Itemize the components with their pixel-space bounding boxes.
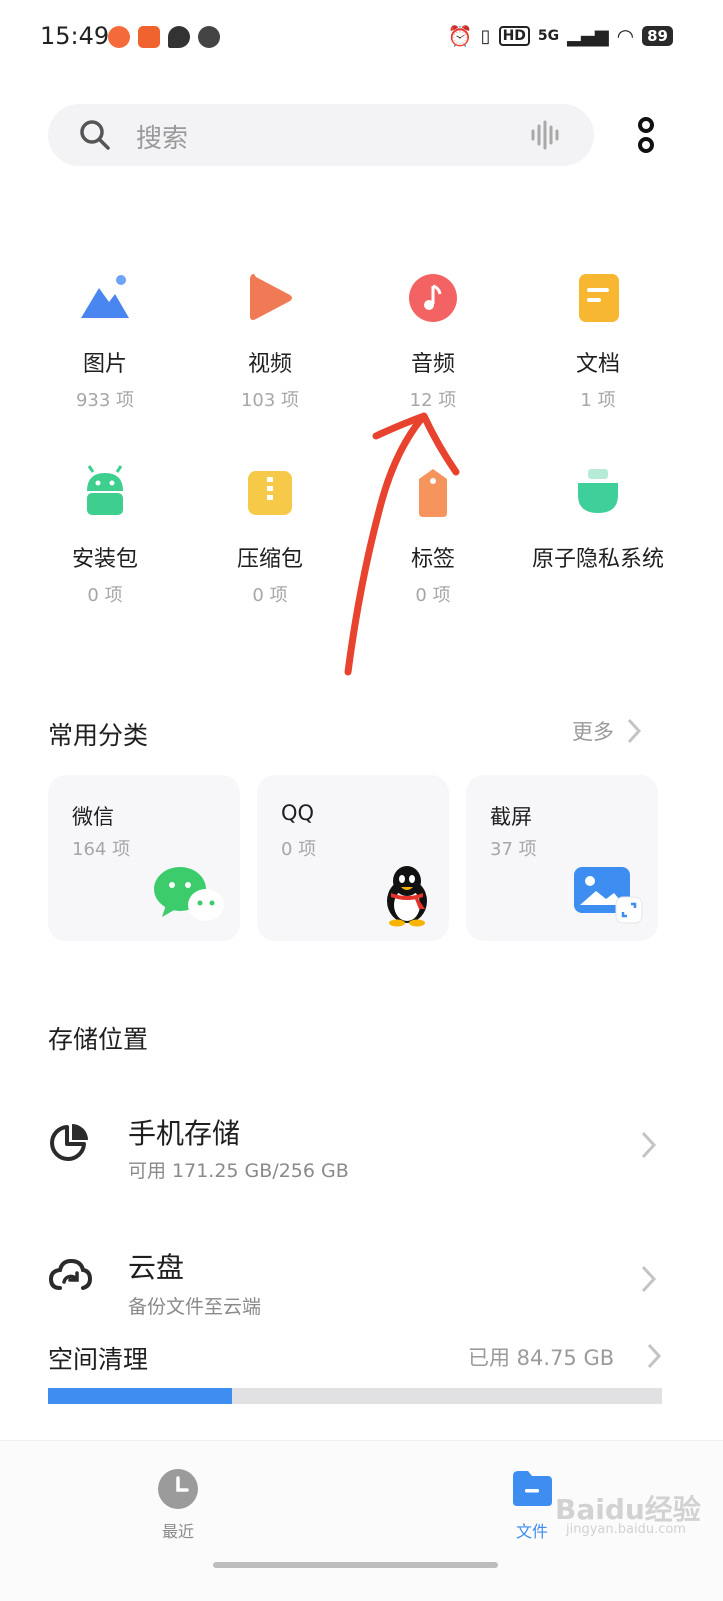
- notification-icons: [108, 26, 220, 48]
- category-count: 0 项: [87, 585, 123, 606]
- chevron-right-icon: [641, 1131, 657, 1159]
- category-label: 原子隐私系统: [531, 547, 664, 572]
- app-notification-icon: [108, 26, 130, 48]
- status-time: 15:49: [40, 22, 110, 50]
- network-label: 5G: [537, 28, 560, 44]
- tab-recent-label: 最近: [161, 1522, 194, 1541]
- voice-search-icon[interactable]: [530, 120, 562, 150]
- battery-level: 89: [642, 26, 673, 46]
- card-title: 截屏: [490, 805, 532, 829]
- system-status: ⏰ ▯ HD 5G ▂▄▆ ◠ 89: [448, 24, 673, 48]
- category-archives[interactable]: 压缩包 0 项: [190, 463, 350, 607]
- cloud-sync-icon: [48, 1258, 92, 1290]
- cloud-drive-row[interactable]: 云盘 备份文件至云端: [0, 1230, 723, 1330]
- common-card-screenshots[interactable]: 截屏 37 项: [466, 775, 658, 941]
- qq-penguin-icon: [387, 866, 427, 927]
- annotation-arrow: [344, 412, 460, 676]
- archive-icon: [248, 471, 292, 515]
- chevron-right-icon: [647, 1343, 662, 1369]
- phone-storage-title: 手机存储: [128, 1117, 241, 1150]
- category-label: 安装包: [71, 547, 138, 572]
- search-icon: [80, 120, 110, 150]
- chevron-right-icon: [641, 1265, 657, 1293]
- category-label: 压缩包: [236, 547, 303, 572]
- video-icon: [250, 274, 292, 320]
- category-label: 视频: [247, 352, 292, 377]
- audio-icon: [409, 274, 457, 322]
- more-label: 更多: [572, 720, 614, 744]
- document-icon: [579, 274, 619, 322]
- vibrate-icon: ▯: [480, 25, 491, 47]
- space-cleanup-title: 空间清理: [48, 1345, 149, 1374]
- storage-usage-bar: [48, 1388, 662, 1404]
- tab-recent[interactable]: 最近: [140, 1468, 216, 1542]
- category-count: 103 项: [240, 390, 300, 411]
- clock-icon: [158, 1469, 198, 1509]
- folder-icon: [513, 1471, 552, 1506]
- screenshot-icon: [574, 867, 643, 924]
- category-count: 0 项: [252, 585, 288, 606]
- wechat-icon: [154, 867, 224, 921]
- category-videos[interactable]: 视频 103 项: [190, 268, 350, 412]
- card-count: 37 项: [490, 839, 537, 860]
- common-card-qq[interactable]: QQ 0 项: [257, 775, 449, 941]
- common-more-button[interactable]: 更多: [572, 716, 642, 746]
- wifi-icon: ◠: [616, 24, 635, 48]
- category-documents[interactable]: 文档 1 项: [518, 268, 678, 412]
- category-apk[interactable]: 安装包 0 项: [25, 463, 185, 607]
- signal-icon: ▂▄▆: [567, 25, 609, 47]
- common-categories-title: 常用分类: [48, 721, 149, 750]
- category-audio[interactable]: 音频 12 项: [353, 268, 513, 412]
- privacy-icon: [578, 469, 618, 513]
- pie-chart-icon: [50, 1124, 88, 1161]
- search-placeholder[interactable]: 搜索: [136, 118, 188, 155]
- android-icon: [87, 465, 123, 515]
- baidu-watermark-url: jingyan.baidu.com: [566, 1522, 686, 1537]
- category-count: 933 项: [75, 390, 135, 411]
- alarm-icon: ⏰: [447, 24, 473, 48]
- more-options-icon[interactable]: [634, 116, 658, 156]
- storage-usage-fill: [48, 1388, 233, 1404]
- category-count: 1 项: [580, 390, 616, 411]
- app-notification-icon: [198, 26, 220, 48]
- phone-storage-available: 可用 171.25 GB/256 GB: [128, 1160, 349, 1182]
- home-indicator[interactable]: [213, 1562, 498, 1568]
- category-private-system[interactable]: 原子隐私系统: [518, 463, 678, 581]
- search-bar[interactable]: [48, 104, 594, 166]
- app-notification-icon: [138, 26, 160, 48]
- category-label: 文档: [575, 352, 620, 377]
- category-label: 音频: [410, 352, 455, 377]
- image-icon: [81, 275, 129, 318]
- phone-storage-row[interactable]: 手机存储 可用 171.25 GB/256 GB: [0, 1094, 723, 1204]
- card-title: QQ: [281, 801, 315, 825]
- common-card-wechat[interactable]: 微信 164 项: [48, 775, 240, 941]
- space-used: 已用 84.75 GB: [468, 1346, 615, 1370]
- hd-badge: HD: [498, 26, 530, 46]
- card-count: 0 项: [281, 839, 317, 860]
- message-icon: [168, 26, 190, 48]
- cloud-drive-subtitle: 备份文件至云端: [128, 1296, 262, 1318]
- category-label: 图片: [82, 352, 127, 377]
- card-count: 164 项: [72, 839, 131, 860]
- cloud-drive-title: 云盘: [128, 1251, 185, 1284]
- storage-section-title: 存储位置: [48, 1025, 149, 1054]
- chevron-right-icon: [627, 718, 642, 744]
- card-title: 微信: [72, 805, 114, 829]
- space-cleanup-row[interactable]: 空间清理 已用 84.75 GB: [0, 1326, 723, 1422]
- category-images[interactable]: 图片 933 项: [25, 268, 185, 412]
